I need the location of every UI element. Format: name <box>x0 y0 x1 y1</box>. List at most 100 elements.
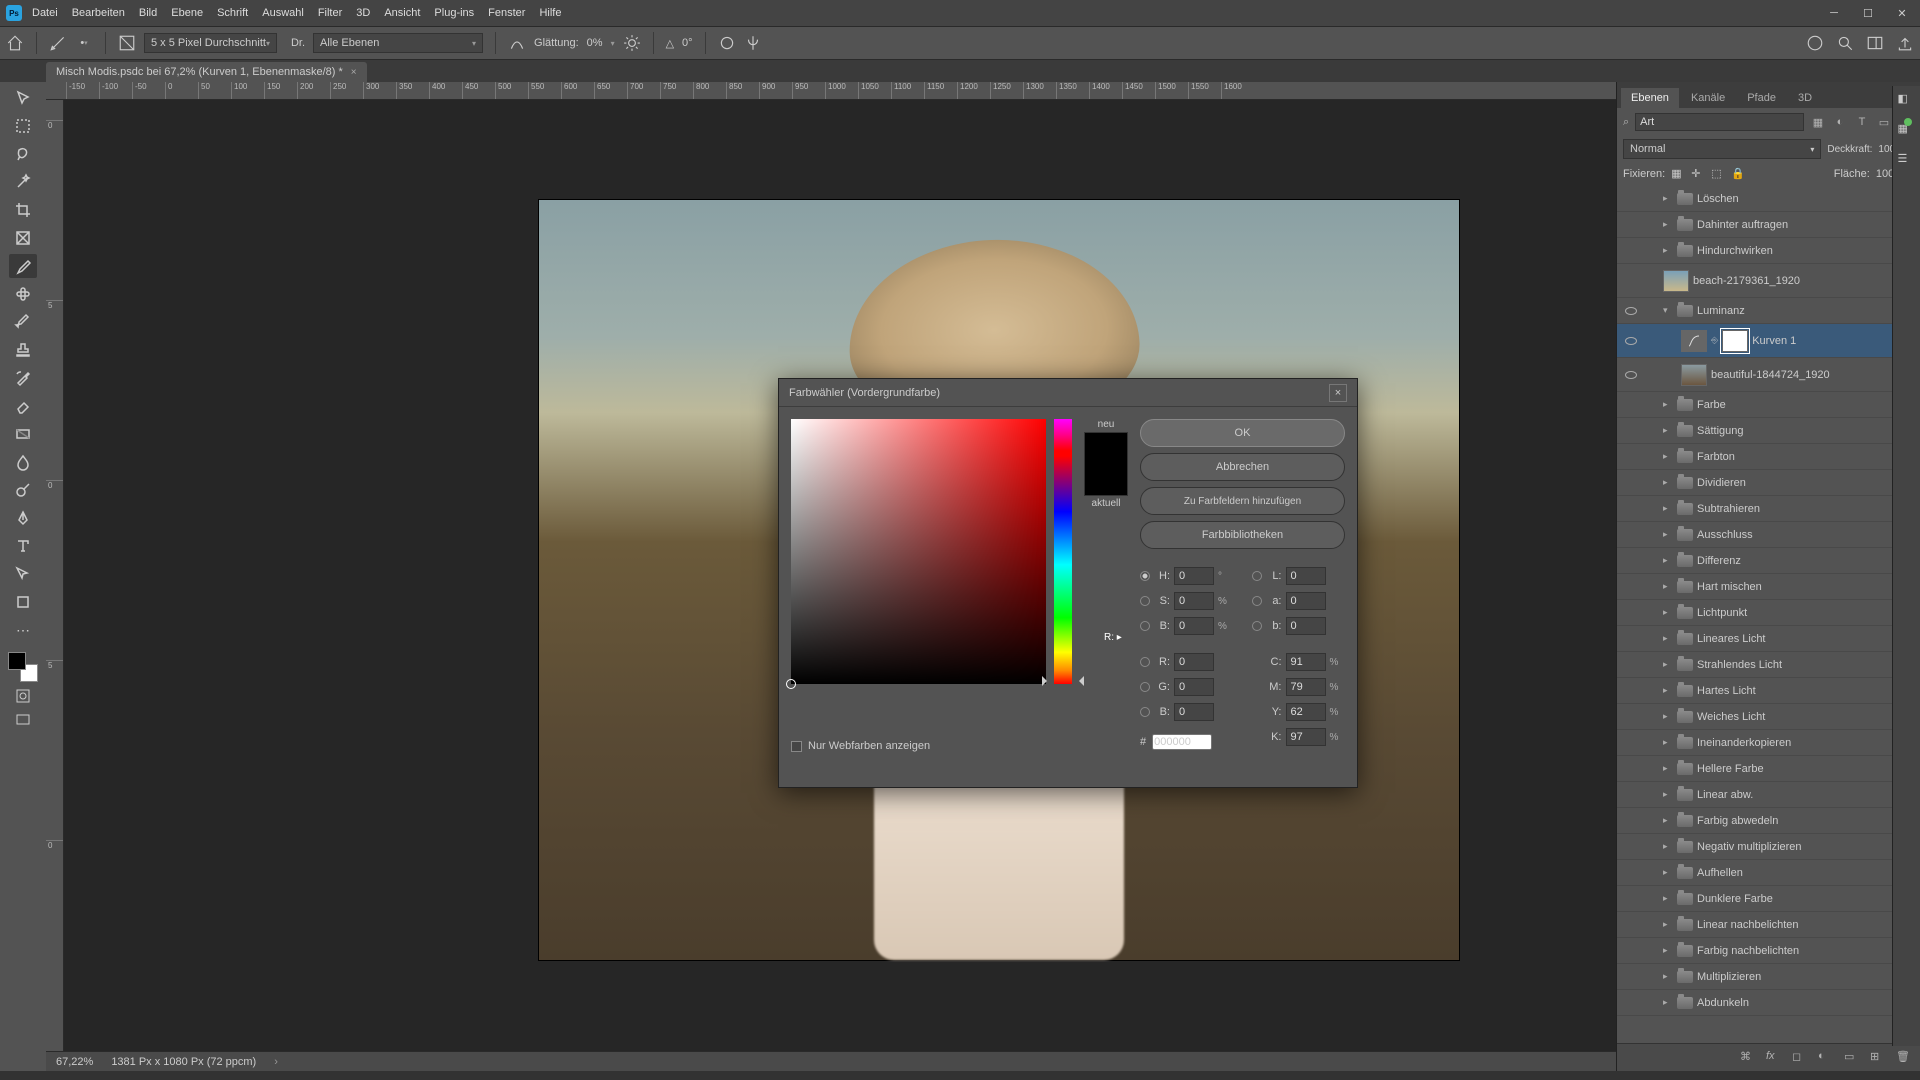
disclosure-triangle[interactable]: ▸ <box>1663 399 1673 410</box>
symmetry-icon[interactable] <box>744 34 762 52</box>
m-input[interactable] <box>1286 678 1326 696</box>
disclosure-triangle[interactable]: ▸ <box>1663 919 1673 930</box>
layer-name-label[interactable]: Farbton <box>1697 451 1916 463</box>
layer-row[interactable]: ▸Dahinter auftragen <box>1617 212 1920 238</box>
disclosure-triangle[interactable]: ▸ <box>1663 193 1673 204</box>
layer-row[interactable]: ▸Ausschluss <box>1617 522 1920 548</box>
layer-row[interactable]: ▸Differenz <box>1617 548 1920 574</box>
layer-mask-thumbnail[interactable] <box>1722 330 1748 352</box>
zoom-readout[interactable]: 67,22% <box>56 1056 93 1068</box>
screenmode-icon[interactable] <box>9 710 37 730</box>
filter-shape-icon[interactable]: ▭ <box>1876 114 1892 130</box>
layer-name-label[interactable]: Aufhellen <box>1697 867 1916 879</box>
s-radio[interactable] <box>1140 596 1150 606</box>
web-colors-checkbox[interactable] <box>791 741 802 752</box>
hex-input[interactable] <box>1152 734 1212 750</box>
tool-shape[interactable] <box>9 590 37 614</box>
tool-lasso[interactable] <box>9 142 37 166</box>
layer-name-label[interactable]: Hartes Licht <box>1697 685 1916 697</box>
layer-row[interactable]: ▸Dividieren <box>1617 470 1920 496</box>
menu-plug-ins[interactable]: Plug-ins <box>434 7 474 19</box>
tool-eyedropper[interactable] <box>9 254 37 278</box>
c-input[interactable] <box>1286 653 1326 671</box>
tool-crop[interactable] <box>9 198 37 222</box>
share-icon[interactable] <box>1896 34 1914 52</box>
l-radio[interactable] <box>1252 571 1262 581</box>
menu-datei[interactable]: Datei <box>32 7 58 19</box>
layer-filter-input[interactable] <box>1635 113 1804 131</box>
bch-input[interactable] <box>1174 703 1214 721</box>
layer-row[interactable]: ▸Farbig abwedeln <box>1617 808 1920 834</box>
layer-name-label[interactable]: Ausschluss <box>1697 529 1916 541</box>
layer-row[interactable]: ▸ Hindurchwirken <box>1617 238 1920 264</box>
layer-name-label[interactable]: beautiful-1844724_1920 <box>1711 369 1916 381</box>
tool-history-brush[interactable] <box>9 366 37 390</box>
ruler-horizontal[interactable]: -150-100-5005010015020025030035040045050… <box>46 82 1616 100</box>
filter-pixel-icon[interactable]: ▦ <box>1810 114 1826 130</box>
layer-thumbnail[interactable] <box>1681 364 1707 386</box>
group-icon[interactable]: ▭ <box>1844 1050 1860 1066</box>
tool-pen[interactable] <box>9 506 37 530</box>
layer-row[interactable]: ⎆Kurven 1 <box>1617 324 1920 358</box>
disclosure-triangle[interactable]: ▸ <box>1663 555 1673 566</box>
b-input[interactable] <box>1174 617 1214 635</box>
layer-name-label[interactable]: Hindurchwirken <box>1697 245 1916 257</box>
lab-b-radio[interactable] <box>1252 621 1262 631</box>
layer-name-label[interactable]: Farbig nachbelichten <box>1697 945 1916 957</box>
a-input[interactable] <box>1286 592 1326 610</box>
lock-all-icon[interactable]: ▦ <box>1671 167 1685 181</box>
color-preview[interactable] <box>1084 432 1128 496</box>
layer-name-label[interactable]: beach-2179361_1920 <box>1693 275 1916 287</box>
doc-info-readout[interactable]: 1381 Px x 1080 Px (72 ppcm) <box>111 1056 256 1068</box>
g-radio[interactable] <box>1140 682 1150 692</box>
layer-name-label[interactable]: Hart mischen <box>1697 581 1916 593</box>
layer-name-label[interactable]: Linear nachbelichten <box>1697 919 1916 931</box>
h-input[interactable] <box>1174 567 1214 585</box>
adjustment-thumbnail[interactable] <box>1681 330 1707 352</box>
disclosure-triangle[interactable]: ▸ <box>1663 219 1673 230</box>
quickmask-icon[interactable] <box>9 686 37 706</box>
tool-preset-icon[interactable] <box>49 34 67 52</box>
ruler-vertical[interactable]: 05050 <box>46 100 64 1051</box>
disclosure-triangle[interactable]: ▾ <box>1663 305 1673 316</box>
cancel-button[interactable]: Abbrechen <box>1140 453 1345 481</box>
r-input[interactable] <box>1174 653 1214 671</box>
sv-cursor[interactable] <box>786 679 796 689</box>
disclosure-triangle[interactable]: ▸ <box>1663 245 1673 256</box>
gear-icon[interactable] <box>623 34 641 52</box>
hue-slider-thumb[interactable] <box>1048 676 1078 686</box>
cloud-icon[interactable] <box>1806 34 1824 52</box>
menu-ansicht[interactable]: Ansicht <box>384 7 420 19</box>
disclosure-triangle[interactable]: ▸ <box>1663 425 1673 436</box>
menu-bearbeiten[interactable]: Bearbeiten <box>72 7 125 19</box>
disclosure-triangle[interactable]: ▸ <box>1663 607 1673 618</box>
disclosure-triangle[interactable]: ▸ <box>1663 789 1673 800</box>
menu-ebene[interactable]: Ebene <box>171 7 203 19</box>
layer-name-label[interactable]: Linear abw. <box>1697 789 1916 801</box>
tool-heal[interactable] <box>9 282 37 306</box>
layer-name-label[interactable]: Hellere Farbe <box>1697 763 1916 775</box>
filter-text-icon[interactable]: T <box>1854 114 1870 130</box>
tool-stamp[interactable] <box>9 338 37 362</box>
layer-row[interactable]: beautiful-1844724_1920 <box>1617 358 1920 392</box>
layer-row[interactable]: ▸Lineares Licht <box>1617 626 1920 652</box>
layer-name-label[interactable]: Abdunkeln <box>1697 997 1916 1009</box>
foreground-color-swatch[interactable] <box>8 652 26 670</box>
menu-schrift[interactable]: Schrift <box>217 7 248 19</box>
lab-b-input[interactable] <box>1286 617 1326 635</box>
tool-gradient[interactable] <box>9 422 37 446</box>
visibility-toggle[interactable] <box>1621 371 1641 379</box>
delete-layer-icon[interactable]: 🗑 <box>1896 1050 1912 1066</box>
layer-name-label[interactable]: Lineares Licht <box>1697 633 1916 645</box>
layer-row[interactable]: ▸Multiplizieren <box>1617 964 1920 990</box>
color-swatches[interactable] <box>8 652 38 682</box>
disclosure-triangle[interactable]: ▸ <box>1663 763 1673 774</box>
disclosure-triangle[interactable]: ▸ <box>1663 997 1673 1008</box>
disclosure-triangle[interactable]: ▸ <box>1663 711 1673 722</box>
panel-tab-3d[interactable]: 3D <box>1788 88 1822 108</box>
a-radio[interactable] <box>1252 596 1262 606</box>
saturation-value-field[interactable] <box>791 419 1046 684</box>
disclosure-triangle[interactable]: ▸ <box>1663 581 1673 592</box>
layer-row[interactable]: ▸Farbton <box>1617 444 1920 470</box>
strip-color-icon[interactable]: ◧ <box>1898 92 1916 110</box>
